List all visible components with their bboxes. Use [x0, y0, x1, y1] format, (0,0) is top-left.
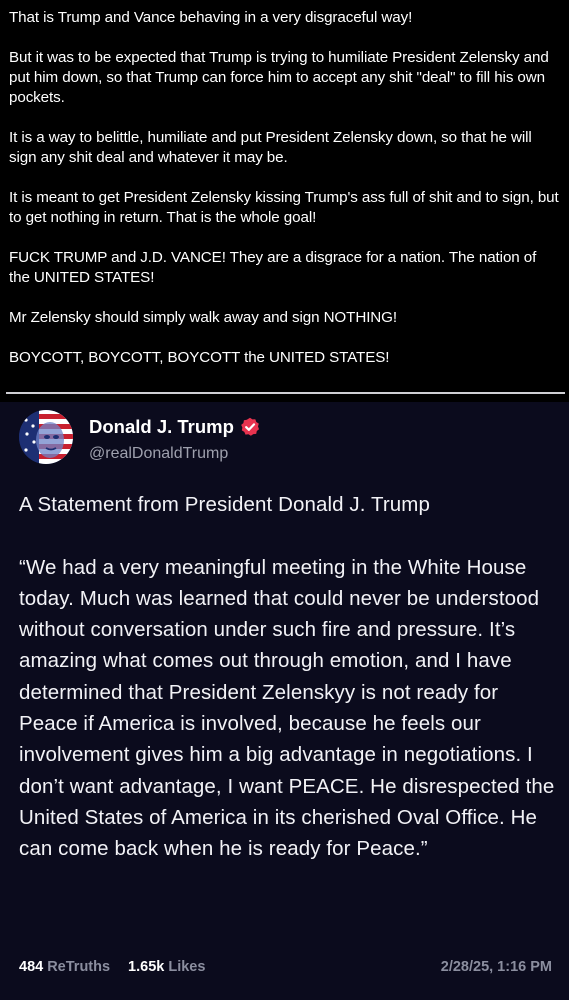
retruths-stat[interactable]: 484 ReTruths — [19, 959, 110, 975]
commentary-paragraph: Mr Zelensky should simply walk away and … — [9, 309, 398, 326]
post-headline: A Statement from President Donald J. Tru… — [19, 493, 430, 516]
commentary-paragraph: That is Trump and Vance behaving in a ve… — [9, 9, 413, 26]
likes-count: 1.65k — [128, 959, 165, 975]
author-handle[interactable]: @realDonaldTrump — [89, 445, 228, 463]
post-card[interactable]: Donald J. Trump @realDonaldTrump A State… — [0, 402, 569, 1000]
commentary-paragraph: FUCK TRUMP and J.D. VANCE! They are a di… — [9, 249, 537, 286]
author-display-name[interactable]: Donald J. Trump — [89, 416, 234, 438]
verified-badge-icon — [240, 417, 260, 437]
flag-portrait-icon — [19, 410, 73, 464]
retruths-count: 484 — [19, 959, 44, 975]
commentary-paragraph: It is a way to belittle, humiliate and p… — [9, 129, 532, 166]
section-divider — [6, 392, 565, 394]
likes-label: Likes — [168, 959, 206, 975]
retruths-label: ReTruths — [47, 959, 111, 975]
commentary-paragraph: BOYCOTT, BOYCOTT, BOYCOTT the UNITED STA… — [9, 349, 390, 366]
author-name-row[interactable]: Donald J. Trump — [89, 416, 260, 438]
post-timestamp[interactable]: 2/28/25, 1:16 PM — [441, 959, 552, 975]
commentary-paragraph: But it was to be expected that Trump is … — [9, 49, 549, 106]
post-content: A Statement from President Donald J. Tru… — [19, 489, 559, 865]
post-footer: 484 ReTruths 1.65k Likes 2/28/25, 1:16 PM — [19, 959, 552, 975]
commentary-paragraph: It is meant to get President Zelensky ki… — [9, 189, 559, 226]
commentary-text-block: That is Trump and Vance behaving in a ve… — [0, 0, 569, 393]
likes-stat[interactable]: 1.65k Likes — [128, 959, 205, 975]
profile-avatar[interactable] — [19, 410, 73, 464]
post-body-text: “We had a very meaningful meeting in the… — [19, 555, 561, 861]
